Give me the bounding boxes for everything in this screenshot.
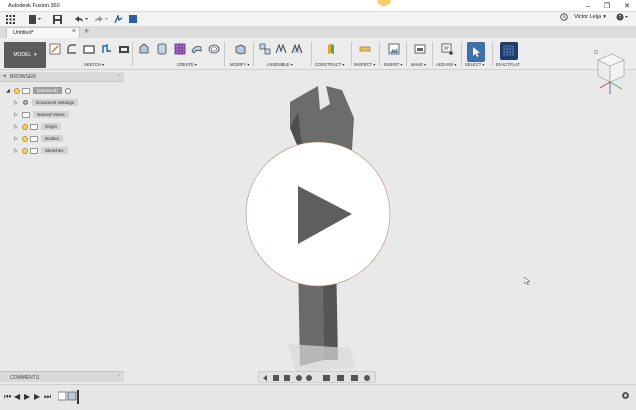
play-icon[interactable]: ▶ bbox=[24, 392, 30, 401]
comments-title: COMMENTS bbox=[10, 375, 40, 381]
ground-shadow bbox=[288, 344, 356, 372]
viewports-icon[interactable] bbox=[351, 375, 358, 381]
orbit-icon[interactable] bbox=[263, 375, 267, 381]
pan-icon[interactable] bbox=[284, 375, 290, 381]
gear-icon[interactable] bbox=[621, 391, 630, 402]
model-canvas[interactable] bbox=[0, 0, 636, 410]
mouse-cursor-icon bbox=[523, 276, 531, 287]
jump-end-icon[interactable]: ⏭ bbox=[44, 392, 51, 402]
comments-panel-header[interactable]: COMMENTS ◦ bbox=[0, 371, 124, 382]
step-back-icon[interactable]: ◀ bbox=[14, 392, 20, 401]
fit-icon[interactable] bbox=[306, 375, 312, 381]
environment-icon[interactable] bbox=[364, 375, 370, 381]
grid-settings-icon[interactable] bbox=[337, 375, 344, 381]
step-forward-icon[interactable]: ▶ bbox=[34, 392, 40, 401]
zoom-icon[interactable] bbox=[296, 375, 302, 381]
timeline-bar: ⏮ ◀ ▶ ▶ ⏭ bbox=[0, 384, 636, 410]
timeline-features[interactable] bbox=[57, 390, 80, 406]
display-settings-icon[interactable] bbox=[323, 375, 330, 381]
navigation-bar bbox=[258, 371, 376, 383]
jump-start-icon[interactable]: ⏮ bbox=[4, 392, 11, 402]
pin-icon[interactable]: ◦ bbox=[118, 373, 120, 379]
look-at-icon[interactable] bbox=[273, 375, 279, 381]
